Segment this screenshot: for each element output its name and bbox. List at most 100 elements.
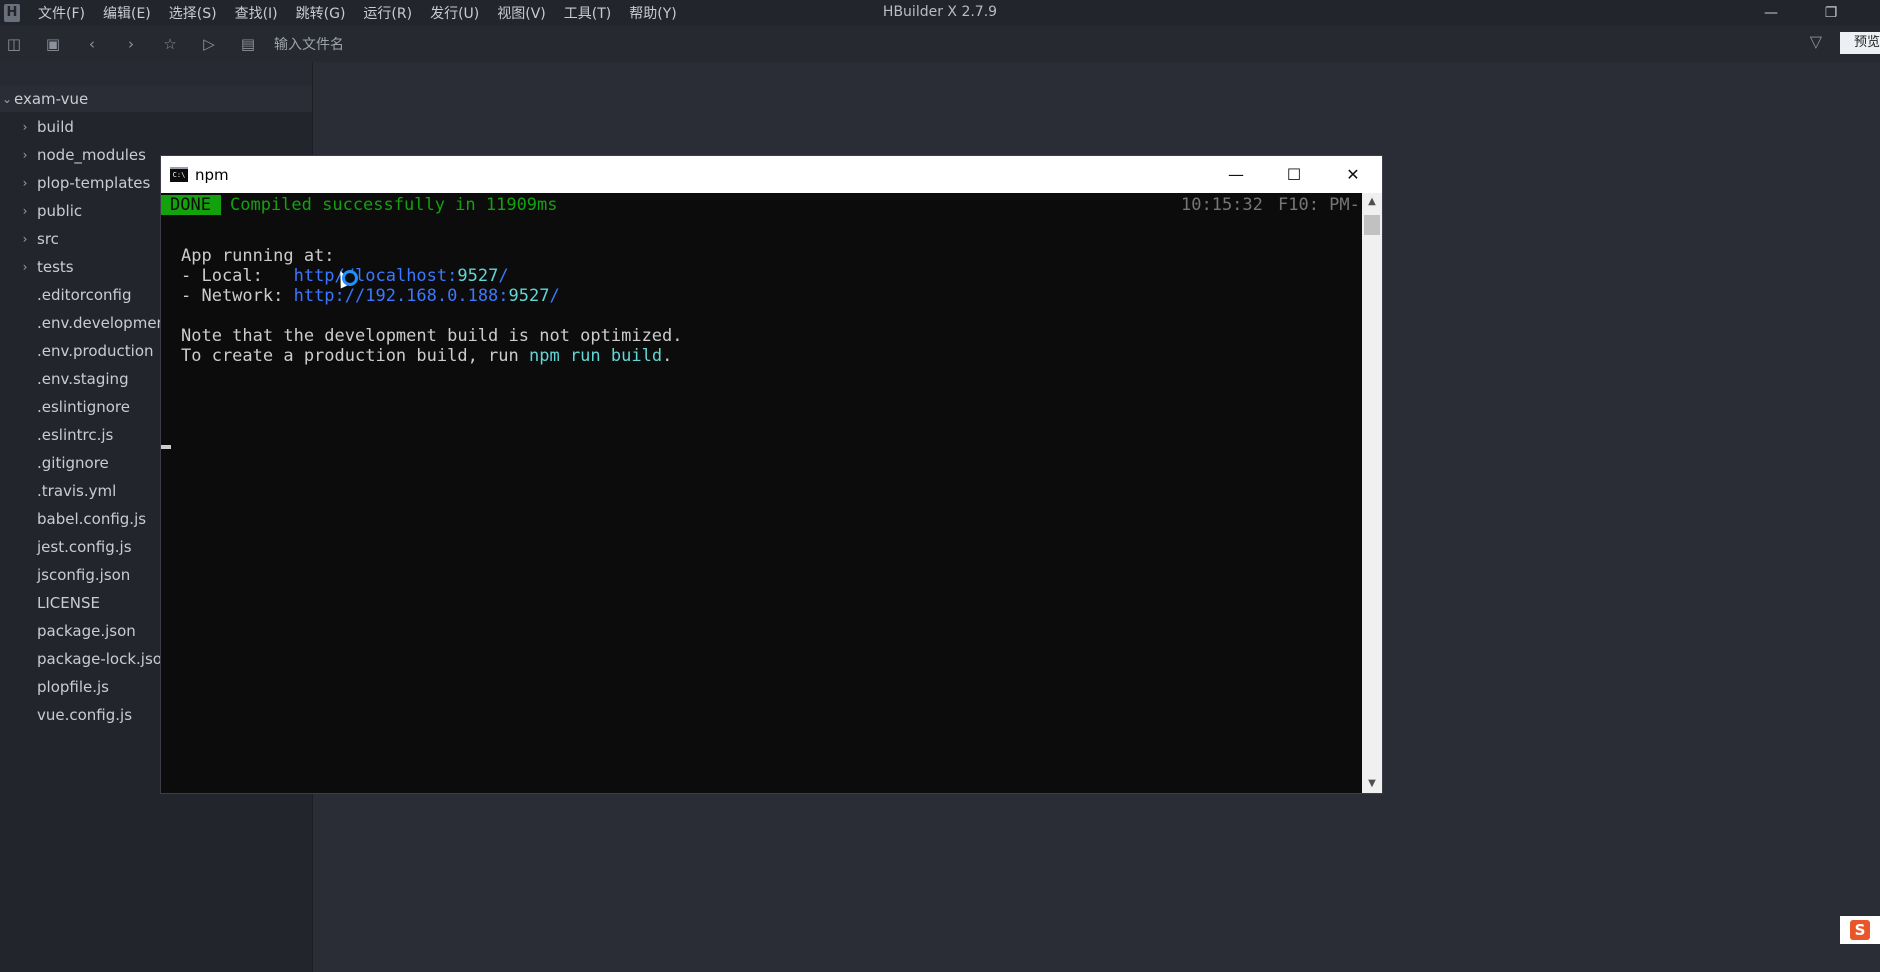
back-icon[interactable]: ‹	[80, 32, 104, 56]
scroll-down-icon[interactable]: ▼	[1362, 775, 1382, 793]
menu-tools[interactable]: 工具(T)	[564, 3, 611, 23]
tree-item-label: src	[37, 230, 59, 248]
tree-item-label: tests	[37, 258, 74, 276]
tree-folder-node-modules[interactable]: › node_modules	[18, 142, 146, 168]
network-port[interactable]: 9527	[509, 286, 550, 306]
tree-item-label: vue.config.js	[37, 706, 133, 724]
tree-file[interactable]: .editorconfig	[37, 282, 131, 308]
chevron-right-icon: ›	[22, 232, 28, 246]
toolbar: ◫ ▣ ‹ › ☆ ▷ ▤ 输入文件名	[0, 26, 1880, 62]
chevron-right-icon: ›	[22, 120, 28, 134]
tree-item-label: jsconfig.json	[37, 566, 131, 584]
network-slash[interactable]: /	[549, 286, 559, 306]
tree-file[interactable]: jest.config.js	[37, 534, 132, 560]
minimize-icon[interactable]: —	[1207, 156, 1265, 193]
menu-bar: 文件(F) 编辑(E) 选择(S) 查找(I) 跳转(G) 运行(R) 发行(U…	[38, 3, 695, 23]
network-prefix: - Network:	[181, 286, 294, 306]
tree-file[interactable]: .gitignore	[37, 450, 109, 476]
menu-goto[interactable]: 跳转(G)	[296, 3, 346, 23]
compiled-message: Compiled successfully in 11909ms	[230, 195, 558, 215]
compile-time: 10:15:32	[1181, 195, 1263, 215]
tree-item-label: plopfile.js	[37, 678, 109, 696]
tree-file[interactable]: vue.config.js	[37, 702, 132, 728]
tree-file[interactable]: .eslintrc.js	[37, 422, 113, 448]
tree-item-label: package-lock.json	[37, 650, 172, 668]
restore-icon[interactable]: ❐	[1808, 0, 1854, 26]
tree-file[interactable]: .env.staging	[37, 366, 129, 392]
tree-file[interactable]: LICENSE	[37, 590, 100, 616]
tree-file[interactable]: package.json	[37, 618, 136, 644]
maximize-icon[interactable]: ☐	[1265, 156, 1323, 193]
menu-run[interactable]: 运行(R)	[363, 3, 412, 23]
tree-item-label: jest.config.js	[37, 538, 132, 556]
scroll-thumb[interactable]	[1364, 215, 1380, 235]
filter-icon[interactable]: ▽	[1810, 32, 1822, 51]
terminal-scrollbar[interactable]: ▲ ▼	[1362, 193, 1382, 793]
tree-file[interactable]: .env.production	[37, 338, 154, 364]
done-badge: DONE	[161, 195, 221, 215]
tree-item-label: .editorconfig	[37, 286, 132, 304]
title-bar: H 文件(F) 编辑(E) 选择(S) 查找(I) 跳转(G) 运行(R) 发行…	[0, 0, 1880, 26]
chevron-right-icon: ›	[22, 176, 28, 190]
menu-edit[interactable]: 编辑(E)	[103, 3, 151, 23]
save-icon[interactable]: ▣	[41, 32, 65, 56]
chevron-down-icon: ⌄	[1, 92, 13, 106]
create-prefix: To create a production build, run	[181, 346, 529, 366]
tree-file[interactable]: jsconfig.json	[37, 562, 130, 588]
tree-file[interactable]: plopfile.js	[37, 674, 109, 700]
local-slash[interactable]: /	[498, 266, 508, 286]
minimize-icon[interactable]: —	[1748, 0, 1794, 26]
run-icon[interactable]: ▷	[197, 32, 221, 56]
close-icon[interactable]: ✕	[1324, 156, 1382, 193]
tree-folder-plop-templates[interactable]: › plop-templates	[18, 170, 151, 196]
tree-item-label: public	[37, 202, 83, 220]
create-suffix: .	[662, 346, 673, 366]
tree-folder-public[interactable]: › public	[18, 198, 83, 224]
menu-find[interactable]: 查找(I)	[235, 3, 278, 23]
tree-file[interactable]: package-lock.json	[37, 646, 171, 672]
tree-item-label: .travis.yml	[37, 482, 117, 500]
tree-item-label: .gitignore	[37, 454, 109, 472]
tree-folder-build[interactable]: › build	[18, 114, 74, 140]
menu-select[interactable]: 选择(S)	[169, 3, 217, 23]
tree-item-label: .eslintrc.js	[37, 426, 114, 444]
npm-title-bar[interactable]: C:\ npm — ☐ ✕	[161, 156, 1382, 193]
tree-item-label: babel.config.js	[37, 510, 147, 528]
ime-indicator[interactable]: S	[1840, 916, 1880, 944]
menu-file[interactable]: 文件(F)	[38, 3, 85, 23]
menu-publish[interactable]: 发行(U)	[430, 3, 479, 23]
tree-file[interactable]: babel.config.js	[37, 506, 146, 532]
tree-folder-src[interactable]: › src	[18, 226, 59, 252]
tree-item-label: .env.staging	[37, 370, 129, 388]
tree-file[interactable]: .eslintignore	[37, 394, 130, 420]
new-file-icon[interactable]: ◫	[2, 32, 26, 56]
tree-file[interactable]: .travis.yml	[37, 478, 116, 504]
tree-item-label: LICENSE	[37, 594, 100, 612]
file-search-icon[interactable]: ▤	[236, 32, 260, 56]
sogou-ime-icon: S	[1850, 920, 1870, 940]
chevron-right-icon: ›	[22, 260, 28, 274]
menu-view[interactable]: 视图(V)	[497, 3, 546, 23]
network-url[interactable]: http://192.168.0.188:	[294, 286, 509, 306]
star-icon[interactable]: ☆	[158, 32, 182, 56]
preview-button[interactable]: 预览	[1840, 32, 1880, 54]
menu-help[interactable]: 帮助(Y)	[629, 3, 676, 23]
local-prefix: - Local:	[181, 266, 294, 286]
npm-window-title: npm	[195, 165, 229, 184]
running-label: App running at:	[181, 246, 335, 266]
network-line: - Network: http://192.168.0.188:9527/	[181, 286, 560, 306]
forward-icon[interactable]: ›	[119, 32, 143, 56]
tree-item-label: package.json	[37, 622, 136, 640]
chevron-right-icon: ›	[22, 204, 28, 218]
tree-folder-tests[interactable]: › tests	[18, 254, 74, 280]
tree-file[interactable]: .env.developmen	[37, 310, 166, 336]
file-search-input[interactable]: 输入文件名	[274, 34, 344, 54]
npm-console-window[interactable]: C:\ npm — ☐ ✕ DONE Compiled successfully…	[161, 156, 1382, 793]
tree-item-label: .env.developmen	[37, 314, 167, 332]
cmd-icon: C:\	[170, 167, 188, 182]
local-url-scheme[interactable]: http	[294, 266, 335, 286]
scroll-up-icon[interactable]: ▲	[1362, 193, 1382, 211]
local-port[interactable]: 9527	[457, 266, 498, 286]
terminal-cursor	[161, 445, 171, 449]
tree-root-exam-vue[interactable]: ⌄ exam-vue	[0, 86, 312, 112]
